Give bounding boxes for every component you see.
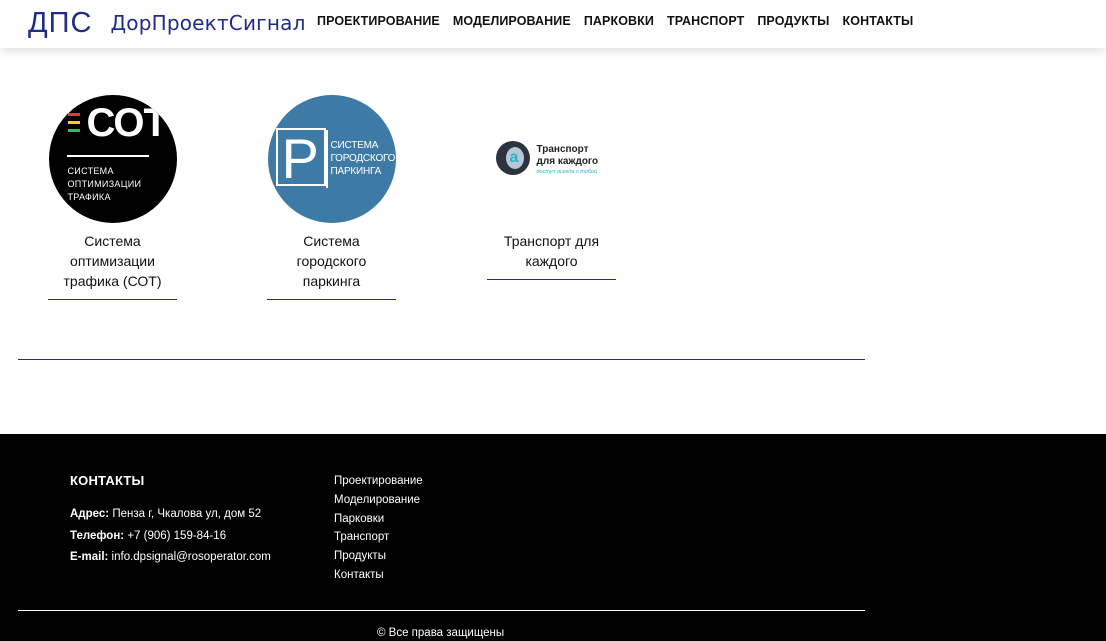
transport-logo-text: Транспорт для каждого [537,144,599,168]
parking-logo[interactable]: P СИСТЕМА ГОРОДСКОГО ПАРКИНГА [267,95,396,223]
product-card-parking: P СИСТЕМА ГОРОДСКОГО ПАРКИНГА Система го… [267,95,396,300]
footer-address: Адрес: Пенза г, Чкалова ул, дом 52 [70,508,261,520]
nav-item-modeling[interactable]: МОДЕЛИРОВАНИЕ [453,14,571,28]
site-logo[interactable]: ДПС ДорПроектСигнал [28,8,306,38]
product-title-transport[interactable]: Транспорт для каждого [487,231,616,275]
logo-text: ДорПроектСигнал [110,11,306,35]
sot-logo-line: ОПТИМИЗАЦИИ [67,179,142,189]
card-underline [48,299,177,300]
parking-logo-divider [325,130,328,188]
copyright: © Все права защищены [377,627,505,639]
nav-item-design[interactable]: ПРОЕКТИРОВАНИЕ [317,14,440,28]
parking-p-icon: P [275,127,326,190]
nav-item-contacts[interactable]: КОНТАКТЫ [843,14,914,28]
parking-logo-caption: СИСТЕМА ГОРОДСКОГО ПАРКИНГА [331,139,396,178]
card-underline [487,279,616,280]
site-footer: КОНТАКТЫ Адрес: Пенза г, Чкалова ул, дом… [0,434,1106,641]
footer-link-contacts[interactable]: Контакты [334,566,423,585]
sot-logo[interactable]: СОТ СИСТЕМА ОПТИМИЗАЦИИ ТРАФИКА [48,95,177,223]
product-title-parking[interactable]: Система городского паркинга [267,231,396,295]
sot-logo-line: СИСТЕМА [67,166,114,176]
phone-label: Телефон: [70,530,125,542]
nav-item-products[interactable]: ПРОДУКТЫ [757,14,829,28]
nav-item-transport[interactable]: ТРАНСПОРТ [667,14,744,28]
footer-phone: Телефон: +7 (906) 159-84-16 [70,530,226,542]
transport-logo-line: Транспорт [536,144,589,155]
nav-item-parking[interactable]: ПАРКОВКИ [584,14,654,28]
traffic-light-icon [67,113,80,137]
footer-email: E-mail: info.dpsignal@rosoperator.com [70,551,271,563]
content-divider [18,359,865,360]
footer-nav: Проектирование Моделирование Парковки Тр… [334,472,423,585]
address-value: Пенза г, Чкалова ул, дом 52 [112,508,262,520]
address-label: Адрес: [70,508,110,520]
parking-logo-line: СИСТЕМА [330,140,379,151]
product-card-sot: СОТ СИСТЕМА ОПТИМИЗАЦИИ ТРАФИКА Система … [48,95,177,300]
sot-logo-rule [66,155,149,157]
email-label: E-mail: [70,551,109,563]
product-card-transport: a Транспорт для каждого доступ всегда с … [487,95,616,280]
transport-logo[interactable]: a Транспорт для каждого доступ всегда с … [487,95,616,223]
main-nav: ПРОЕКТИРОВАНИЕ МОДЕЛИРОВАНИЕ ПАРКОВКИ ТР… [317,14,926,28]
parking-p-letter: P [281,127,319,190]
phone-value[interactable]: +7 (906) 159-84-16 [127,530,226,542]
site-header: ДПС ДорПроектСигнал ПРОЕКТИРОВАНИЕ МОДЕЛ… [0,0,1106,48]
email-value[interactable]: info.dpsignal@rosoperator.com [112,551,271,563]
transport-logo-slogan: доступ всегда с тобой [536,169,598,175]
footer-link-design[interactable]: Проектирование [334,472,423,491]
product-title-sot[interactable]: Система оптимизации трафика (СОТ) [48,231,177,295]
sot-logo-big-text: СОТ [86,101,168,145]
transport-logo-line: для каждого [536,156,599,167]
parking-logo-line: ПАРКИНГА [330,166,382,177]
sot-logo-caption: СИСТЕМА ОПТИМИЗАЦИИ ТРАФИКА [68,165,142,204]
footer-link-parking[interactable]: Парковки [334,510,423,529]
transport-q-glyph: a [509,149,519,166]
footer-link-transport[interactable]: Транспорт [334,528,423,547]
transport-circle-icon: a [495,141,530,175]
footer-contacts-title: КОНТАКТЫ [70,473,145,488]
logo-mark: ДПС [28,6,93,39]
footer-divider [18,610,865,611]
footer-link-modeling[interactable]: Моделирование [334,491,423,510]
parking-logo-line: ГОРОДСКОГО [330,153,396,164]
sot-logo-line: ТРАФИКА [67,192,111,202]
footer-link-products[interactable]: Продукты [334,547,423,566]
card-underline [267,299,396,300]
